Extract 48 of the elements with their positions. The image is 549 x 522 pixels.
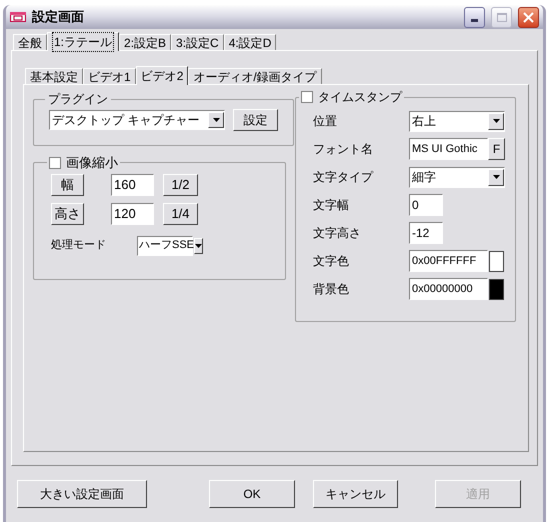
input-field[interactable]: -12 — [409, 222, 443, 244]
field-label: フォント名 — [313, 141, 374, 158]
tab[interactable]: ビデオ2 — [136, 66, 188, 85]
tab[interactable]: 基本設定 — [25, 68, 83, 84]
close-icon — [523, 12, 534, 22]
field-label: 位置 — [313, 113, 338, 130]
input-field[interactable]: 0x00FFFFFF — [409, 250, 488, 272]
group-label: プラグイン — [47, 91, 109, 108]
plugin-dropdown[interactable]: デスクトップ キャプチャー — [49, 110, 225, 130]
input-field[interactable]: 0 — [409, 194, 443, 216]
checkbox[interactable] — [49, 156, 61, 169]
tab[interactable]: 2:設定B — [119, 34, 172, 50]
dimension-button[interactable]: 高さ — [51, 202, 84, 224]
tab[interactable]: 1:ラテール — [47, 32, 120, 51]
input-field[interactable]: 120 — [111, 202, 154, 224]
input-field[interactable]: 160 — [111, 174, 154, 196]
field-label: 文字幅 — [313, 197, 350, 214]
dialog-button[interactable]: OK — [209, 480, 295, 508]
dimension-button[interactable]: 幅 — [51, 174, 84, 196]
checkbox-label: タイムスタンプ — [318, 89, 402, 106]
tab[interactable]: オーディオ/録画タイプ — [188, 68, 322, 84]
close-button[interactable] — [518, 6, 539, 28]
dropdown[interactable]: 右上 — [409, 110, 505, 132]
tab[interactable]: 全般 — [13, 34, 47, 50]
field-label: 文字色 — [313, 253, 350, 270]
dialog-button[interactable]: キャンセル — [313, 480, 398, 508]
font-button[interactable]: F — [488, 138, 505, 160]
field-label: 文字タイプ — [313, 169, 374, 186]
settings-button[interactable]: 設定 — [233, 109, 278, 131]
minimize-button[interactable] — [464, 6, 485, 28]
field-label: 文字高さ — [313, 225, 362, 242]
color-swatch[interactable] — [489, 250, 504, 272]
checkbox-label: 画像縮小 — [66, 154, 118, 172]
tab[interactable]: ビデオ1 — [83, 68, 136, 84]
window-title: 設定画面 — [32, 8, 85, 26]
dialog-button[interactable]: 大きい設定画面 — [17, 480, 147, 508]
field-label: 処理モード — [51, 238, 107, 254]
tab[interactable]: 3:設定C — [171, 34, 224, 50]
ratio-button[interactable]: 1/2 — [163, 174, 198, 196]
color-swatch[interactable] — [489, 278, 504, 300]
input-field[interactable]: 0x00000000 — [409, 278, 488, 300]
window-icon — [10, 12, 26, 22]
input-field[interactable]: MS UI Gothic — [409, 138, 488, 160]
tab[interactable]: 4:設定D — [224, 34, 276, 50]
dropdown[interactable]: 細字 — [409, 166, 505, 188]
field-label: 背景色 — [313, 281, 350, 298]
ratio-button[interactable]: 1/4 — [163, 202, 198, 224]
checkbox[interactable] — [301, 91, 313, 103]
